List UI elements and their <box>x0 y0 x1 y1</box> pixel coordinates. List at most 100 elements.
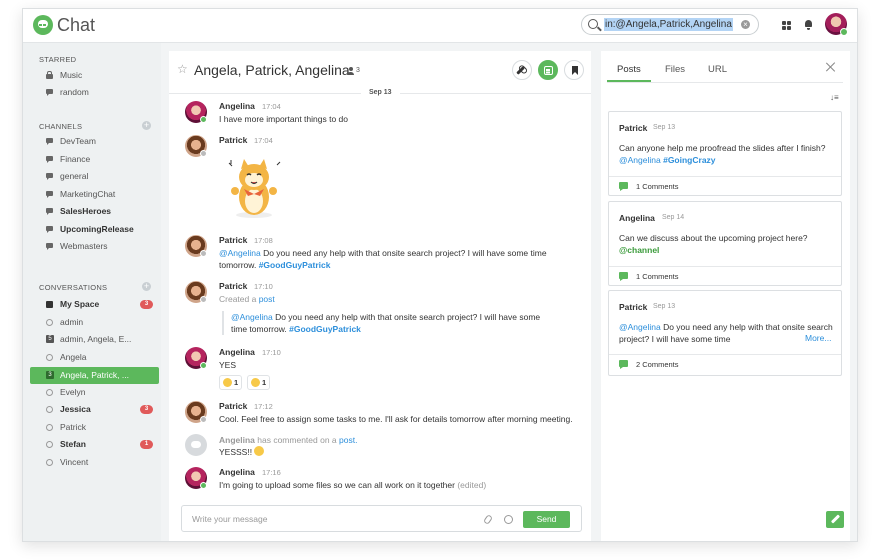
mention-link[interactable]: @Angelina <box>219 248 261 258</box>
avatar[interactable] <box>185 101 207 123</box>
sidebar-item-angela[interactable]: Angela <box>30 349 159 366</box>
hashtag-link[interactable]: #GoingCrazy <box>663 155 715 165</box>
post-author[interactable]: Patrick <box>619 302 647 312</box>
message-author[interactable]: Patrick <box>219 235 247 245</box>
bookmarks-button[interactable] <box>564 60 584 80</box>
sidebar-item-webmasters[interactable]: Webmasters <box>30 238 159 255</box>
member-count[interactable]: 3 <box>356 67 360 74</box>
sidebar-item-upcomingrelease[interactable]: UpcomingRelease <box>30 221 159 238</box>
close-icon[interactable] <box>825 61 837 73</box>
add-conversation-icon[interactable]: + <box>142 282 151 291</box>
post-text: Can anyone help me proofread the slides … <box>619 142 837 166</box>
channel-icon <box>46 243 53 250</box>
hashtag-link[interactable]: #GoodGuyPatrick <box>259 260 331 270</box>
sidebar-item-label: general <box>60 171 89 181</box>
paperclip-icon[interactable] <box>482 514 494 525</box>
mention-link[interactable]: @Angelina <box>231 312 273 322</box>
avatar[interactable] <box>185 281 207 303</box>
message-author[interactable]: Patrick <box>219 401 247 411</box>
more-link[interactable]: More... <box>805 333 831 343</box>
hashtag-link[interactable]: #GoodGuyPatrick <box>289 324 361 334</box>
add-channel-icon[interactable]: + <box>142 121 151 130</box>
tab-url[interactable]: URL <box>708 64 727 75</box>
sidebar-item-random[interactable]: random <box>30 84 159 101</box>
message-author[interactable]: Patrick <box>219 135 247 145</box>
sidebar-item-my-space[interactable]: My Space 3 <box>30 296 159 313</box>
message-author[interactable]: Angelina <box>219 347 255 357</box>
reaction-grin[interactable]: 1 <box>219 375 243 390</box>
sidebar-item-admin[interactable]: admin <box>30 314 159 331</box>
comments-count[interactable]: 1 Comments <box>636 182 679 191</box>
sidebar-item-devteam[interactable]: DevTeam <box>30 133 159 150</box>
post-author[interactable]: Patrick <box>619 123 647 133</box>
sidebar-item-angela-patrick-group[interactable]: 3 Angela, Patrick, ... <box>30 367 159 384</box>
post-author[interactable]: Angelina <box>619 213 655 223</box>
star-icon[interactable]: ☆ <box>177 62 188 76</box>
sidebar-item-evelyn[interactable]: Evelyn <box>30 384 159 401</box>
tab-posts[interactable]: Posts <box>617 64 641 75</box>
post-card[interactable]: Angelina Sep 14 Can we discuss about the… <box>608 201 842 286</box>
message-time: 17:10 <box>262 348 281 357</box>
post-card[interactable]: Patrick Sep 13 Can anyone help me proofr… <box>608 111 842 196</box>
post-link[interactable]: post <box>259 294 275 304</box>
comments-count[interactable]: 2 Comments <box>636 360 679 369</box>
sidebar-item-label: Webmasters <box>60 241 108 251</box>
sidebar-item-vincent[interactable]: Vincent <box>30 454 159 471</box>
search-input[interactable]: in:@Angela,Patrick,Angelina × <box>581 14 759 35</box>
post-link[interactable]: post. <box>339 435 357 445</box>
posts-icon <box>544 66 553 75</box>
avatar[interactable] <box>185 135 207 157</box>
message-text: YESSS!! <box>219 446 265 458</box>
sidebar-item-salesheroes[interactable]: SalesHeroes <box>30 203 159 220</box>
sidebar-item-label: Angela, Patrick, ... <box>60 370 129 380</box>
search-query[interactable]: in:@Angela,Patrick,Angelina <box>604 18 733 31</box>
mention-link[interactable]: @Angelina <box>619 322 661 332</box>
members-icon[interactable] <box>347 67 354 75</box>
posts-panel-button[interactable] <box>538 60 558 80</box>
message-input[interactable]: Write your message <box>192 514 267 524</box>
reaction-smile[interactable]: 1 <box>247 375 271 390</box>
new-post-button[interactable] <box>826 511 844 528</box>
post-date: Sep 14 <box>662 214 685 221</box>
sidebar-item-jessica[interactable]: Jessica 3 <box>30 401 159 418</box>
sidebar-item-patrick[interactable]: Patrick <box>30 419 159 436</box>
sidebar-item-general[interactable]: general <box>30 168 159 185</box>
send-button[interactable]: Send <box>523 511 570 528</box>
avatar[interactable] <box>185 347 207 369</box>
avatar[interactable] <box>185 235 207 257</box>
online-status-icon <box>840 28 848 36</box>
emoji-picker-icon[interactable] <box>504 515 513 524</box>
message-author[interactable]: Angelina <box>219 435 255 445</box>
tab-files[interactable]: Files <box>665 64 685 75</box>
post-card[interactable]: Patrick Sep 13 @Angelina Do you need any… <box>608 290 842 376</box>
channel-icon <box>46 89 53 96</box>
user-avatar[interactable] <box>825 13 848 36</box>
edited-label: (edited) <box>457 480 487 490</box>
sort-icon[interactable]: ↓≡ <box>830 93 840 102</box>
quoted-post[interactable]: @Angelina Do you need any help with that… <box>222 311 557 335</box>
sidebar-item-music[interactable]: Music <box>30 67 159 84</box>
mention-link[interactable]: @Angelina <box>619 155 661 165</box>
sidebar-item-finance[interactable]: Finance <box>30 151 159 168</box>
message-author[interactable]: Patrick <box>219 281 247 291</box>
clear-search-icon[interactable]: × <box>741 20 750 29</box>
sidebar-item-stefan[interactable]: Stefan 1 <box>30 436 159 453</box>
message-text: I have more important things to do <box>219 114 348 124</box>
message-composer[interactable]: Write your message Send <box>181 505 582 532</box>
apps-grid-icon[interactable] <box>782 21 791 30</box>
status-circle-icon <box>46 424 53 431</box>
notifications-bell-icon[interactable] <box>804 20 813 30</box>
avatar[interactable] <box>185 401 207 423</box>
sidebar-item-marketingchat[interactable]: MarketingChat <box>30 186 159 203</box>
status-circle-icon <box>46 389 53 396</box>
sidebar-item-admin-angela-group[interactable]: 5 admin, Angela, E... <box>30 331 159 348</box>
tabs-divider <box>607 82 843 83</box>
message-author[interactable]: Angelina <box>219 101 255 111</box>
channel-mention-link[interactable]: @channel <box>619 245 659 255</box>
message-author[interactable]: Angelina <box>219 467 255 477</box>
avatar[interactable] <box>185 467 207 489</box>
settings-button[interactable] <box>512 60 532 80</box>
reaction-count: 1 <box>234 378 239 387</box>
comments-count[interactable]: 1 Comments <box>636 272 679 281</box>
sidebar-item-label: My Space <box>60 299 100 309</box>
